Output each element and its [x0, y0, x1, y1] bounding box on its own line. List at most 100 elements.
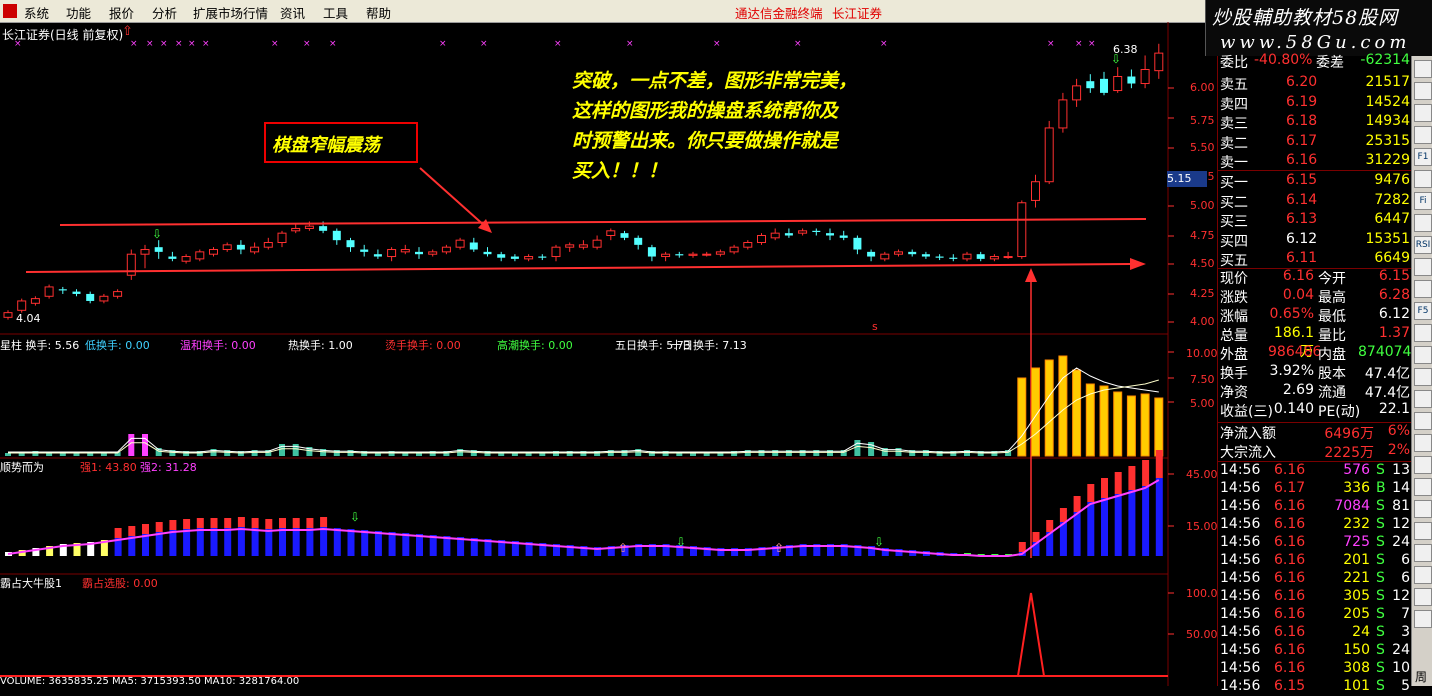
toolbar-button[interactable] [1414, 566, 1432, 584]
marker-x: × [1075, 39, 1083, 49]
toolbar-button[interactable] [1414, 60, 1432, 78]
quote-cell: S [1376, 462, 1385, 478]
stat-row[interactable]: 收益(三) 0.140 PE(动) 22.1 [1218, 401, 1412, 420]
quote-cell: 净流入额 [1220, 426, 1276, 442]
stat-row[interactable]: 现价 6.16 今开 6.15 [1218, 268, 1412, 287]
toolbar-button[interactable]: RSI [1414, 236, 1432, 254]
toolbar-button[interactable] [1414, 500, 1432, 518]
menu-function[interactable]: 功能 [66, 3, 91, 22]
toolbar-button[interactable] [1414, 82, 1432, 100]
toolbar-button[interactable] [1414, 258, 1432, 276]
tick-row[interactable]: 14:56 6.16 7084 S 81 [1218, 498, 1412, 516]
toolbar-button[interactable] [1414, 610, 1432, 628]
menu-tools[interactable]: 工具 [323, 3, 348, 22]
stat-row[interactable]: 涨幅 0.65% 最低 6.12 [1218, 306, 1412, 325]
candle-down [497, 254, 506, 258]
tick-row[interactable]: 14:56 6.16 150 S 24 [1218, 642, 1412, 660]
menu-extended-market[interactable]: 扩展市场行情 [193, 3, 268, 22]
sub3-tick: 100.0 [1186, 587, 1218, 600]
toolbar-button[interactable] [1414, 346, 1432, 364]
ask-row[interactable]: 卖四 6.19 14524 [1218, 94, 1412, 113]
toolbar-button[interactable] [1414, 522, 1432, 540]
candle-down [332, 230, 341, 241]
trend-bar [333, 528, 341, 556]
menu-system[interactable]: 系统 [24, 3, 49, 22]
stat-row[interactable]: 总量 186.1万 量比 1.37 [1218, 325, 1412, 360]
toolbar-button[interactable] [1414, 126, 1432, 144]
candle-down [346, 240, 355, 248]
trend-bar [402, 533, 410, 556]
ask-row[interactable]: 卖一 6.16 31229 [1218, 152, 1412, 171]
candle-up [578, 244, 588, 248]
tick-row[interactable]: 14:56 6.16 305 S 12 [1218, 588, 1412, 606]
brand-watermark: 炒股輔助教材58股网 www.58Gu.com [1205, 0, 1432, 56]
stat-row[interactable]: 涨跌 0.04 最高 6.28 [1218, 287, 1412, 306]
tick-row[interactable]: 14:56 6.17 336 B 14 [1218, 480, 1412, 498]
quote-cell: 涨跌 [1220, 290, 1248, 306]
strength-bar [237, 517, 245, 527]
ask-price: 6.18 [1286, 113, 1318, 129]
fund-flow-row[interactable]: 净流入额 6496万 6% [1218, 423, 1412, 442]
toolbar-button[interactable] [1414, 478, 1432, 496]
menu-news[interactable]: 资讯 [280, 3, 305, 22]
toolbar-button[interactable] [1414, 544, 1432, 562]
annotation-line-4: 买入！！！ [572, 160, 668, 182]
tick-row[interactable]: 14:56 6.16 221 S 6 [1218, 570, 1412, 588]
menu-help[interactable]: 帮助 [366, 3, 391, 22]
toolbar-button[interactable] [1414, 214, 1432, 232]
toolbar-button[interactable] [1414, 390, 1432, 408]
toolbar-button[interactable] [1414, 412, 1432, 430]
toolbar-button[interactable] [1414, 368, 1432, 386]
candle-down [647, 247, 656, 257]
bid-row[interactable]: 买五 6.11 6649 [1218, 250, 1412, 269]
order-ratio-row[interactable]: 委比 -40.80% 委差 -62314 [1218, 52, 1412, 71]
volume-status-line: VOLUME: 3635835.25 MA5: 3715393.50 MA10:… [0, 676, 300, 687]
fund-flow-row[interactable]: 大宗流入 2225万 2% [1218, 442, 1412, 461]
bid-row[interactable]: 买三 6.13 6447 [1218, 211, 1412, 230]
toolbar-button[interactable] [1414, 280, 1432, 298]
quote-cell: 24 [1392, 534, 1410, 550]
tick-row[interactable]: 14:56 6.15 101 S 5 [1218, 678, 1412, 696]
toolbar-button[interactable] [1414, 104, 1432, 122]
ask-label: 卖四 [1220, 96, 1248, 113]
toolbar-button[interactable] [1414, 588, 1432, 606]
strength-bar [306, 518, 314, 528]
bid-row[interactable]: 买二 6.14 7282 [1218, 192, 1412, 211]
menu-quote[interactable]: 报价 [109, 3, 134, 22]
sub3-tick: 50.00 [1186, 628, 1218, 641]
ask-row[interactable]: 卖二 6.17 25315 [1218, 133, 1412, 152]
trend-bar [1059, 522, 1067, 556]
turnover-bar [142, 434, 148, 456]
toolbar-button[interactable] [1414, 170, 1432, 188]
stat-row[interactable]: 换手 3.92% 股本 47.4亿 [1218, 363, 1412, 382]
trend-bar [142, 534, 149, 556]
sub2-legend-label: 顺势而为 [0, 461, 44, 474]
ask-row[interactable]: 卖三 6.18 14934 [1218, 113, 1412, 132]
app-logo-icon[interactable] [3, 4, 17, 18]
bid-row[interactable]: 买一 6.15 9476 [1218, 172, 1412, 191]
menu-analysis[interactable]: 分析 [152, 3, 177, 22]
stat-row[interactable]: 净资 2.69 流通 47.4亿 [1218, 382, 1412, 401]
tick-row[interactable]: 14:56 6.16 576 S 13 [1218, 462, 1412, 480]
toolbar-button[interactable]: F5 [1414, 302, 1432, 320]
turnover-bar [1044, 359, 1054, 457]
tick-row[interactable]: 14:56 6.16 201 S 6 [1218, 552, 1412, 570]
strength-bar [1155, 450, 1163, 478]
ask-row[interactable]: 卖五 6.20 21517 [1218, 74, 1412, 93]
toolbar-button[interactable] [1414, 434, 1432, 452]
bid-row[interactable]: 买四 6.12 15351 [1218, 231, 1412, 250]
toolbar-button[interactable] [1414, 456, 1432, 474]
tick-row[interactable]: 14:56 6.16 205 S 7 [1218, 606, 1412, 624]
toolbar-week-label[interactable]: 周 [1415, 668, 1427, 685]
toolbar-button[interactable] [1414, 324, 1432, 342]
toolbar-button[interactable]: Fi [1414, 192, 1432, 210]
tick-row[interactable]: 14:56 6.16 725 S 24 [1218, 534, 1412, 552]
tick-row[interactable]: 14:56 6.16 308 S 10 [1218, 660, 1412, 678]
stat-row[interactable]: 外盘 986486 内盘 874074 [1218, 344, 1412, 363]
quote-cell: 5 [1401, 678, 1410, 694]
tick-row[interactable]: 14:56 6.16 232 S 12 [1218, 516, 1412, 534]
toolbar-button[interactable]: F1 [1414, 148, 1432, 166]
tick-row[interactable]: 14:56 6.16 24 S 3 [1218, 624, 1412, 642]
quote-cell: 6 [1401, 552, 1410, 568]
strength-bar [265, 519, 273, 529]
